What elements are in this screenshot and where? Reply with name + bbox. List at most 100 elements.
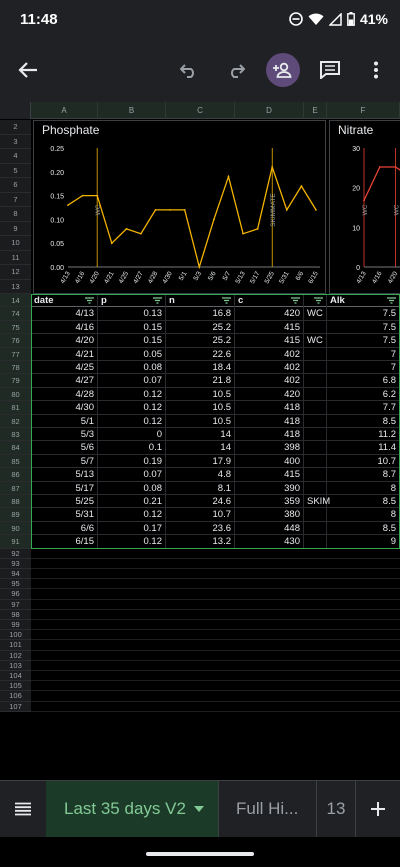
cell-date[interactable]: 5/25 <box>31 495 98 509</box>
row-header[interactable]: 7 <box>0 192 31 207</box>
cell-p[interactable]: 0.15 <box>98 320 166 335</box>
home-gesture-pill[interactable] <box>146 852 254 856</box>
column-header-c[interactable]: C <box>166 102 235 119</box>
row-header[interactable]: 106 <box>0 691 31 702</box>
column-header-b[interactable]: B <box>98 102 166 119</box>
cell-n[interactable]: 10.5 <box>166 401 235 415</box>
cell-alk[interactable]: 11.2 <box>327 428 400 442</box>
row-header[interactable]: 98 <box>0 609 31 620</box>
cell-note[interactable] <box>304 414 327 428</box>
row-header[interactable]: 97 <box>0 599 31 610</box>
empty-row[interactable] <box>31 640 400 651</box>
row-header[interactable]: 89 <box>0 508 31 522</box>
empty-row[interactable] <box>31 600 400 610</box>
cell-date[interactable]: 6/15 <box>31 535 98 549</box>
select-all-corner[interactable] <box>0 102 31 119</box>
cell-date[interactable]: 5/6 <box>31 441 98 455</box>
cell-date[interactable]: 4/21 <box>31 347 98 361</box>
cell-n[interactable]: 18.4 <box>166 361 235 375</box>
cell-note[interactable]: SKIM <box>304 495 330 509</box>
row-header[interactable]: 105 <box>0 681 31 692</box>
filter-icon[interactable] <box>153 297 162 304</box>
column-header-date[interactable]: date <box>31 294 98 308</box>
empty-row[interactable] <box>31 569 400 580</box>
cell-n[interactable]: 10.5 <box>166 387 235 402</box>
cell-note[interactable] <box>304 320 327 335</box>
cell-c[interactable]: 420 <box>235 307 304 321</box>
cell-note[interactable] <box>304 454 327 469</box>
cell-p[interactable]: 0.12 <box>98 414 166 428</box>
cell-p[interactable]: 0.07 <box>98 374 166 388</box>
cell-n[interactable]: 21.8 <box>166 374 235 388</box>
cell-c[interactable]: 430 <box>235 535 304 549</box>
cell-alk[interactable]: 7.5 <box>327 334 400 348</box>
cell-date[interactable]: 5/3 <box>31 428 98 442</box>
phosphate-chart[interactable]: Phosphate 0.25 0.20 0.15 0.10 0.05 0.00 4/13 4/… <box>33 120 326 294</box>
row-header[interactable]: 94 <box>0 569 31 580</box>
cell-alk[interactable]: 7 <box>327 361 400 375</box>
undo-button[interactable] <box>173 54 205 86</box>
empty-row[interactable] <box>31 559 400 569</box>
row-header[interactable]: 107 <box>0 701 31 712</box>
cell-p[interactable]: 0 <box>98 428 166 442</box>
row-header[interactable]: 88 <box>0 495 31 509</box>
cell-n[interactable]: 14 <box>166 428 235 442</box>
row-header[interactable]: 93 <box>0 558 31 569</box>
empty-row[interactable] <box>31 702 400 712</box>
cell-date[interactable]: 4/28 <box>31 387 98 402</box>
column-header-note[interactable] <box>304 294 327 308</box>
row-header[interactable]: 6 <box>0 178 31 193</box>
cell-date[interactable]: 5/1 <box>31 414 98 428</box>
cell-note[interactable] <box>304 387 327 402</box>
row-header[interactable]: 14 <box>0 294 31 308</box>
cell-note[interactable] <box>304 347 327 361</box>
cell-note[interactable] <box>304 468 327 482</box>
row-header[interactable]: 79 <box>0 374 31 388</box>
cell-p[interactable]: 0.08 <box>98 481 166 495</box>
cell-c[interactable]: 402 <box>235 374 304 388</box>
cell-alk[interactable]: 6.2 <box>327 387 400 402</box>
cell-p[interactable]: 0.12 <box>98 401 166 415</box>
column-header-p[interactable]: p <box>98 294 166 308</box>
filter-icon[interactable] <box>314 297 323 304</box>
cell-n[interactable]: 16.8 <box>166 307 235 321</box>
cell-alk[interactable]: 8.5 <box>327 521 400 536</box>
cell-n[interactable]: 17.9 <box>166 454 235 469</box>
cell-n[interactable]: 22.6 <box>166 347 235 361</box>
row-header[interactable]: 86 <box>0 468 31 482</box>
cell-c[interactable]: 402 <box>235 347 304 361</box>
cell-p[interactable]: 0.12 <box>98 535 166 549</box>
row-header[interactable]: 74 <box>0 307 31 321</box>
cell-c[interactable]: 418 <box>235 428 304 442</box>
row-header[interactable]: 92 <box>0 548 31 559</box>
share-button[interactable] <box>266 53 300 87</box>
cell-c[interactable]: 398 <box>235 441 304 455</box>
empty-row[interactable] <box>31 589 400 600</box>
cell-c[interactable]: 380 <box>235 508 304 522</box>
cell-c[interactable]: 420 <box>235 387 304 402</box>
cell-note[interactable] <box>304 535 327 549</box>
cell-n[interactable]: 4.8 <box>166 468 235 482</box>
add-sheet-button[interactable] <box>356 781 400 837</box>
cell-n[interactable]: 24.6 <box>166 495 235 509</box>
cell-p[interactable]: 0.12 <box>98 387 166 402</box>
row-header[interactable]: 91 <box>0 535 31 549</box>
row-header[interactable]: 2 <box>0 120 31 135</box>
cell-n[interactable]: 25.2 <box>166 320 235 335</box>
cell-date[interactable]: 5/17 <box>31 481 98 495</box>
cell-c[interactable]: 359 <box>235 495 304 509</box>
cell-n[interactable]: 13.2 <box>166 535 235 549</box>
row-header[interactable]: 4 <box>0 149 31 164</box>
all-sheets-button[interactable] <box>0 781 46 837</box>
cell-date[interactable]: 4/27 <box>31 374 98 388</box>
redo-button[interactable] <box>220 54 252 86</box>
row-header[interactable]: 95 <box>0 579 31 590</box>
cell-date[interactable]: 4/16 <box>31 320 98 335</box>
cell-note[interactable] <box>304 521 327 536</box>
filter-icon[interactable] <box>387 297 396 304</box>
row-header[interactable]: 83 <box>0 428 31 442</box>
empty-row[interactable] <box>31 661 400 671</box>
cell-alk[interactable]: 9 <box>327 535 400 549</box>
tab-last-35-days-v2[interactable]: Last 35 days V2 <box>46 781 218 837</box>
back-button[interactable] <box>12 54 44 86</box>
